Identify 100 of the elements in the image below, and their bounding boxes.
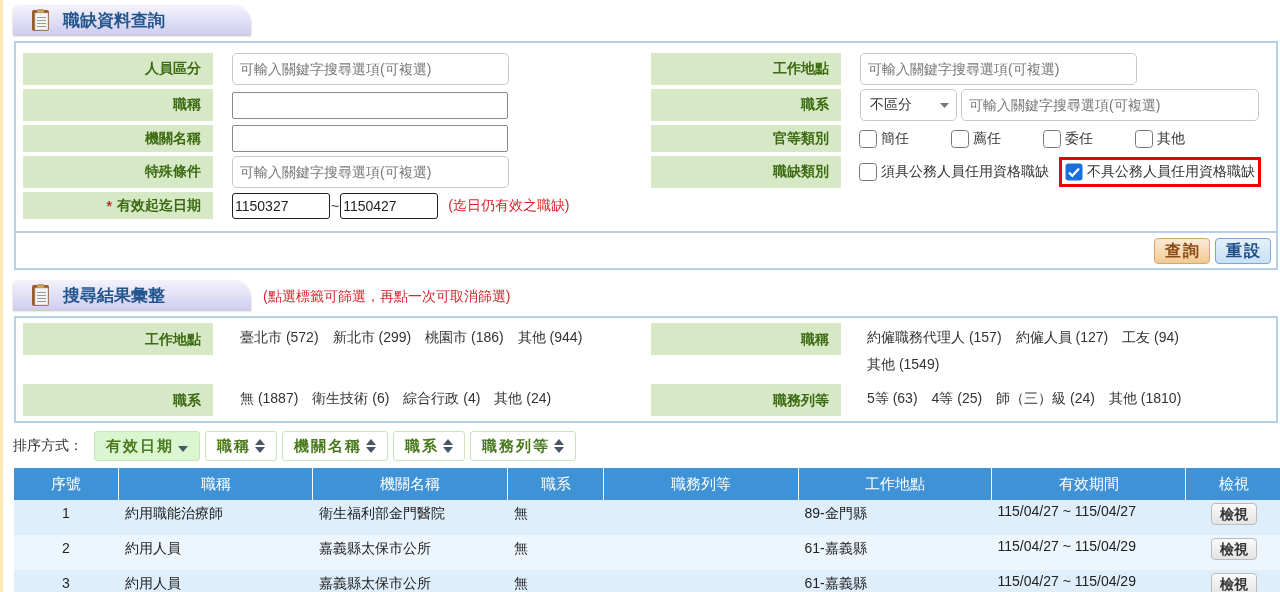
table-cell: 約用人員: [124, 540, 181, 556]
field-label: * 有效起迄日期: [23, 192, 213, 219]
table-cell: 61-嘉義縣: [804, 540, 867, 556]
field-label: 工作地點: [651, 53, 841, 85]
filter-tag[interactable]: 無 (1887): [240, 385, 299, 412]
column-header: 有效期間: [991, 468, 1186, 500]
checkbox-label[interactable]: 其他: [1157, 129, 1185, 148]
table-cell: 約用人員: [124, 575, 181, 591]
filter-tag[interactable]: 其他 (944): [517, 324, 583, 378]
filter-tag[interactable]: 其他 (1810): [1108, 385, 1182, 412]
checkbox[interactable]: [859, 129, 877, 148]
sort-button[interactable]: 職務列等: [470, 431, 576, 461]
checkbox[interactable]: [951, 129, 969, 148]
filter-tag[interactable]: 衛生技術 (6): [312, 385, 390, 412]
text-field[interactable]: 可輸入關鍵字搜尋選項(可複選): [232, 53, 509, 85]
clipboard-icon: [31, 283, 51, 307]
sort-label: 排序方式：: [13, 437, 83, 455]
table-cell: 115/04/27 ~ 115/04/27: [997, 503, 1136, 519]
hint-text: (點選標籤可篩選，再點一次可取消篩選): [263, 287, 511, 306]
checkbox[interactable]: [859, 163, 877, 181]
field-label: 職缺類別: [651, 156, 841, 188]
search-button[interactable]: 查詢: [1154, 238, 1210, 264]
checkbox-label[interactable]: 薦任: [973, 129, 1001, 148]
filter-tag[interactable]: 約僱職務代理人 (157): [867, 324, 1002, 351]
column-header: 機關名稱: [312, 468, 508, 500]
table-cell: 嘉義縣太保市公所: [318, 575, 431, 591]
dropdown[interactable]: 不區分: [860, 89, 957, 121]
filter-tag[interactable]: 其他 (24): [494, 385, 552, 412]
column-header: 職務列等: [603, 468, 799, 500]
column-header: 序號: [13, 468, 119, 500]
section-title: 搜尋結果彙整: [63, 284, 165, 307]
table-cell: 無: [513, 540, 528, 556]
field-label: 職稱: [651, 323, 841, 355]
reset-button[interactable]: 重設: [1215, 238, 1271, 264]
sort-button[interactable]: 機關名稱: [282, 431, 388, 461]
filter-tag[interactable]: 約僱人員 (127): [1015, 324, 1109, 351]
filter-tag[interactable]: 5等 (63): [867, 385, 918, 412]
sort-icon: [554, 439, 564, 453]
checkbox[interactable]: [1043, 129, 1061, 148]
field-label: 機關名稱: [23, 125, 213, 152]
field-label: 職務列等: [651, 384, 841, 416]
column-header: 工作地點: [798, 468, 992, 500]
checkbox[interactable]: [1065, 163, 1083, 181]
table-cell: 2: [62, 540, 70, 556]
text-field[interactable]: 可輸入關鍵字搜尋選項(可複選): [860, 53, 1137, 85]
view-button[interactable]: 檢視: [1210, 538, 1257, 560]
table-cell: 嘉義縣太保市公所: [318, 540, 431, 556]
column-header: 職稱: [118, 468, 313, 500]
table-cell: 61-嘉義縣: [804, 575, 867, 591]
view-button[interactable]: 檢視: [1210, 503, 1257, 525]
filter-tag[interactable]: 臺北市 (572): [240, 324, 319, 378]
filter-tag[interactable]: 桃園市 (186): [425, 324, 504, 378]
table-cell: 115/04/27 ~ 115/04/29: [997, 573, 1136, 589]
filter-tag[interactable]: 工友 (94): [1122, 324, 1179, 351]
column-header: 檢視: [1185, 468, 1280, 500]
filter-tag[interactable]: 綜合行政 (4): [403, 385, 481, 412]
filter-tag[interactable]: 新北市 (299): [332, 324, 412, 378]
checkbox-label[interactable]: 不具公務人員任用資格職缺: [1087, 163, 1255, 181]
checkbox-label[interactable]: 委任: [1065, 129, 1093, 148]
field-label: 特殊條件: [23, 156, 213, 188]
table-cell: 3: [62, 575, 70, 591]
field-label: 人員區分: [23, 53, 213, 85]
filter-tag[interactable]: 師（三）級 (24): [996, 385, 1095, 412]
caret-down-icon: [178, 446, 188, 452]
column-header: 職系: [507, 468, 604, 500]
sort-button[interactable]: 職稱: [205, 431, 277, 461]
date-field[interactable]: 1150427: [340, 192, 439, 219]
table-cell: 衛生福利部金門醫院: [318, 505, 445, 521]
sort-button[interactable]: 有效日期: [94, 431, 200, 461]
text-field[interactable]: [232, 91, 508, 119]
table-cell: 約用職能治療師: [124, 505, 223, 521]
table-cell: 無: [513, 575, 528, 591]
clipboard-icon: [31, 8, 51, 32]
section-title: 職缺資料查詢: [63, 9, 165, 32]
checkbox-label[interactable]: 須具公務人員任用資格職缺: [881, 163, 1049, 181]
table-cell: 89-金門縣: [804, 505, 867, 521]
filter-tag[interactable]: 其他 (1549): [867, 351, 940, 378]
checkbox[interactable]: [1135, 129, 1153, 148]
sort-button[interactable]: 職系: [393, 431, 465, 461]
filter-tag[interactable]: 4等 (25): [931, 385, 983, 412]
hint-text: (迄日仍有效之職缺): [448, 196, 570, 215]
field-label: 職系: [651, 89, 841, 121]
checkbox-label[interactable]: 簡任: [881, 129, 909, 148]
sort-icon: [255, 439, 265, 453]
caret-icon: [940, 102, 949, 108]
field-label: 官等類別: [651, 125, 841, 152]
range-separator: ~: [331, 197, 340, 214]
date-field[interactable]: 1150327: [232, 192, 330, 219]
text-field[interactable]: [232, 125, 508, 152]
table-cell: 1: [62, 505, 70, 521]
field-label: 職系: [23, 384, 213, 416]
text-field[interactable]: 可輸入關鍵字搜尋選項(可複選): [961, 89, 1259, 121]
text-field[interactable]: 可輸入關鍵字搜尋選項(可複選): [232, 156, 509, 188]
field-label: 職稱: [23, 89, 213, 121]
sort-icon: [443, 439, 453, 453]
field-label: 工作地點: [23, 323, 213, 355]
view-button[interactable]: 檢視: [1210, 573, 1257, 592]
sort-icon: [366, 439, 376, 453]
table-cell: 115/04/27 ~ 115/04/29: [997, 538, 1136, 554]
table-cell: 無: [513, 505, 528, 521]
